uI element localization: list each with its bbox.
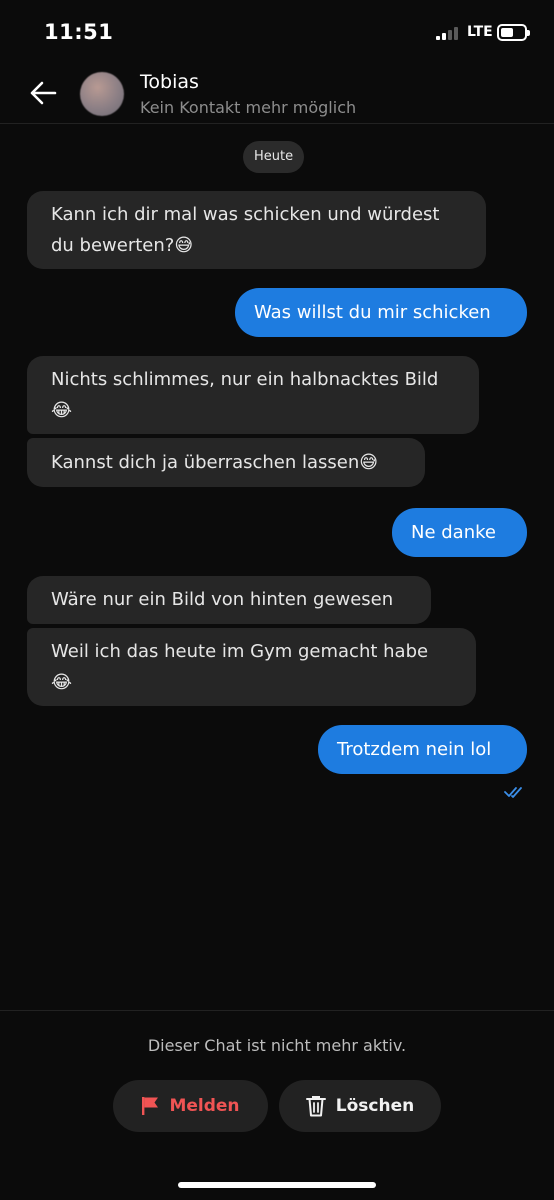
status-bar: 11:51 LTE xyxy=(0,0,554,62)
chat-header: Tobias Kein Kontakt mehr möglich xyxy=(0,62,554,124)
message-text: Ne danke xyxy=(411,522,496,543)
message-text: Was willst du mir schicken xyxy=(254,302,491,323)
footer-divider xyxy=(0,1010,554,1011)
message-bubble-outgoing[interactable]: Trotzdem nein lol xyxy=(318,725,527,774)
message-bubble-incoming[interactable]: Nichts schlimmes, nur ein halbnacktes Bi… xyxy=(27,356,479,434)
delete-label: Löschen xyxy=(335,1096,415,1116)
delete-button[interactable]: Löschen xyxy=(279,1080,441,1132)
message-bubble-incoming[interactable]: Wäre nur ein Bild von hinten gewesen xyxy=(27,576,431,624)
network-type: LTE xyxy=(467,24,493,40)
message-bubble-incoming[interactable]: Kannst dich ja überraschen lassen😅 xyxy=(27,438,425,487)
avatar[interactable] xyxy=(80,72,124,116)
arrow-left-icon[interactable] xyxy=(28,78,58,108)
report-button[interactable]: Melden xyxy=(113,1080,268,1132)
report-label: Melden xyxy=(169,1096,240,1116)
message-line: 😂 xyxy=(51,400,73,421)
message-line: du bewerten?😅 xyxy=(51,235,194,256)
date-chip: Heute xyxy=(243,141,305,173)
double-check-icon xyxy=(504,787,522,798)
message-bubble-outgoing[interactable]: Ne danke xyxy=(392,508,527,557)
message-bubble-outgoing[interactable]: Was willst du mir schicken xyxy=(235,288,527,337)
message-text: Trotzdem nein lol xyxy=(337,739,492,760)
signal-icon xyxy=(436,26,458,40)
message-bubble-incoming[interactable]: Weil ich das heute im Gym gemacht habe 😂 xyxy=(27,628,476,706)
battery-icon xyxy=(497,24,530,41)
message-text: Wäre nur ein Bild von hinten gewesen xyxy=(51,589,394,610)
chat-inactive-notice: Dieser Chat ist nicht mehr aktiv. xyxy=(147,1036,407,1055)
contact-status: Kein Kontakt mehr möglich xyxy=(140,98,357,117)
message-text: Kannst dich ja überraschen lassen😅 xyxy=(51,452,379,473)
trash-icon xyxy=(305,1096,326,1117)
message-line: Kann ich dir mal was schicken und würdes… xyxy=(51,204,440,225)
message-bubble-incoming[interactable]: Kann ich dir mal was schicken und würdes… xyxy=(27,191,486,269)
home-indicator[interactable] xyxy=(178,1182,376,1188)
message-line: Weil ich das heute im Gym gemacht habe xyxy=(51,641,429,662)
contact-name[interactable]: Tobias xyxy=(140,71,199,93)
flag-icon xyxy=(142,1097,159,1115)
status-time: 11:51 xyxy=(44,20,114,44)
message-line: Nichts schlimmes, nur ein halbnacktes Bi… xyxy=(51,369,439,390)
message-line: 😂 xyxy=(51,672,73,693)
